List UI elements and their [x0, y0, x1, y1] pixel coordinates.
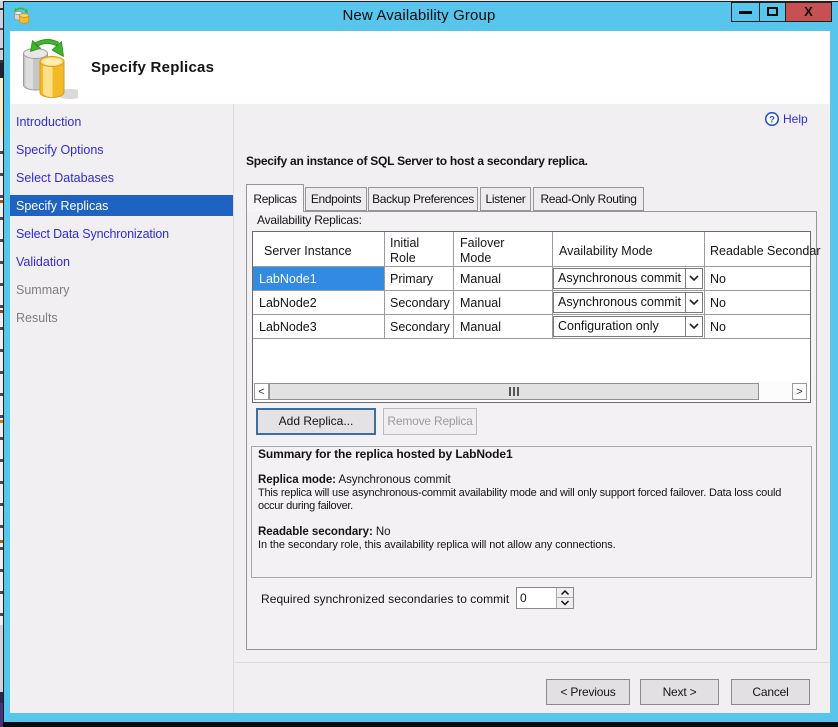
svg-text:?: ?: [769, 115, 775, 126]
